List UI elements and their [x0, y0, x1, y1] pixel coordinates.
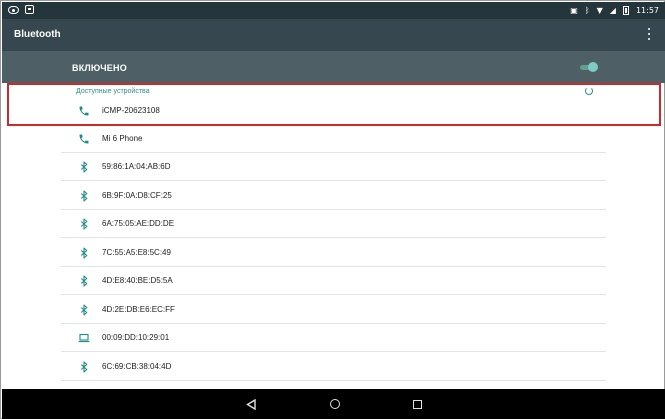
- more-vert-icon[interactable]: [647, 28, 651, 42]
- page-title: Bluetooth: [14, 29, 61, 40]
- eye-icon: [8, 6, 19, 14]
- signal-icon: ◢: [609, 6, 616, 15]
- bluetooth-master-switch[interactable]: ВКЛЮЧЕНО: [2, 51, 665, 83]
- bluetooth-icon: [78, 303, 90, 316]
- device-name: iCMP-20623108: [102, 106, 160, 115]
- device-row[interactable]: 4D:E8:40:BE:D5:5A: [61, 267, 606, 295]
- clock: 11:57: [635, 6, 659, 15]
- device-name: 6C:69:CB:38:04:4D: [102, 361, 172, 371]
- bluetooth-icon: [78, 218, 90, 230]
- switch-label: ВКЛЮЧЕНО: [72, 63, 127, 73]
- device-row[interactable]: Mi 6 Phone: [61, 125, 606, 153]
- device-row[interactable]: 7E:7A:D6:E6:91:2D: [61, 381, 606, 389]
- bluetooth-icon: [78, 275, 90, 287]
- app-icon: [25, 5, 34, 14]
- device-row[interactable]: iCMP-20623108: [61, 97, 606, 125]
- device-row[interactable]: 6A:75:05:AE:DD:DE: [61, 210, 606, 238]
- bluetooth-toggle[interactable]: [580, 62, 598, 72]
- bluetooth-icon: [78, 189, 90, 202]
- device-name: 6B:9F:0A:D8:CF:25: [102, 190, 172, 200]
- back-icon[interactable]: [246, 399, 257, 410]
- app-bar: Bluetooth: [2, 19, 665, 51]
- nfc-icon: ▣: [570, 6, 578, 15]
- battery-icon: [622, 6, 629, 15]
- phone-icon: [78, 133, 90, 145]
- bluetooth-icon: [78, 246, 90, 259]
- phone-icon: [78, 105, 90, 117]
- home-icon[interactable]: [330, 399, 340, 409]
- available-devices-list: Доступные устройства iCMP-20623108 Mi 6 P…: [2, 83, 665, 389]
- device-row[interactable]: 00:09:DD:10:29:01: [61, 324, 606, 352]
- laptop-icon: [78, 332, 90, 344]
- device-row[interactable]: 4D:2E:DB:E6:EC:FF: [61, 296, 606, 324]
- wifi-icon: ▼: [596, 6, 603, 15]
- toggle-thumb: [588, 62, 598, 72]
- bluetooth-icon: [78, 161, 90, 173]
- bluetooth-icon: [78, 360, 90, 373]
- bluetooth-icon: ᛒ: [584, 6, 590, 15]
- device-name: 4D:2E:DB:E6:EC:FF: [102, 304, 175, 314]
- device-name: 59:86:1A:04:AB:6D: [102, 162, 171, 171]
- device-name: 00:09:DD:10:29:01: [102, 333, 170, 342]
- recents-icon[interactable]: [413, 400, 422, 409]
- device-row[interactable]: 59:86:1A:04:AB:6D: [61, 153, 606, 181]
- device-screen: ▣ ᛒ ▼ ◢ 11:57 Bluetooth ВКЛЮЧЕНО Доступн…: [0, 0, 665, 419]
- device-name: 7C:55:A5:E8:5C:49: [102, 247, 171, 257]
- device-name: 6A:75:05:AE:DD:DE: [102, 219, 175, 228]
- device-row[interactable]: 6C:69:CB:38:04:4D: [61, 353, 606, 381]
- status-bar: ▣ ᛒ ▼ ◢ 11:57: [2, 2, 665, 19]
- progress-spinner-icon: [585, 87, 593, 95]
- device-row[interactable]: 7C:55:A5:E8:5C:49: [61, 239, 606, 267]
- device-row[interactable]: 6B:9F:0A:D8:CF:25: [61, 182, 606, 210]
- device-name: Mi 6 Phone: [102, 134, 143, 143]
- device-name: 4D:E8:40:BE:D5:5A: [102, 276, 173, 285]
- navigation-bar: [2, 389, 665, 419]
- section-title: Доступные устройства: [76, 88, 150, 95]
